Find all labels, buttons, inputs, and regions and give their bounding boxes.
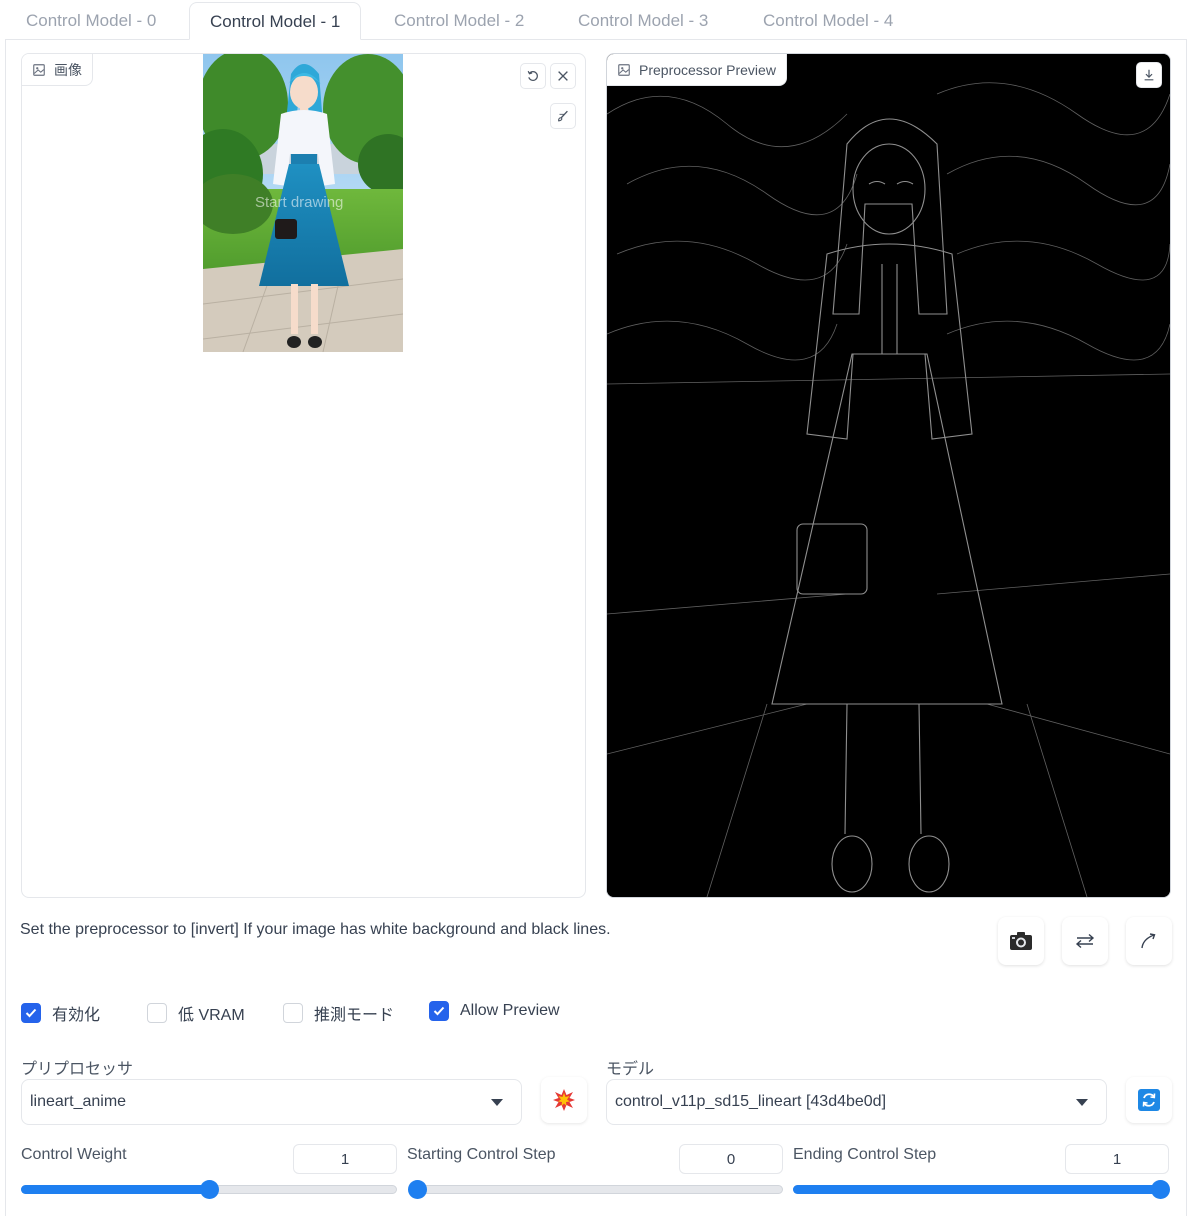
image-icon	[618, 63, 630, 76]
enable-label: 有効化	[52, 1007, 101, 1024]
ending-control-step-label: Ending Control Step	[793, 1146, 937, 1163]
run-preprocessor-button[interactable]	[541, 1077, 587, 1123]
tab-control-model-4[interactable]: Control Model - 4	[743, 2, 913, 40]
preprocessor-value: lineart_anime	[30, 1093, 127, 1110]
refresh-models-button[interactable]	[1126, 1077, 1172, 1123]
low-vram-label: 低 VRAM	[178, 1007, 245, 1024]
model-dropdown[interactable]: control_v11p_sd15_lineart [43d4be0d]	[606, 1079, 1107, 1125]
starting-control-step-slider[interactable]	[408, 1180, 783, 1199]
model-value: control_v11p_sd15_lineart [43d4be0d]	[615, 1093, 887, 1110]
enable-checkbox-box[interactable]	[21, 1003, 41, 1023]
swap-button[interactable]	[1062, 917, 1108, 965]
preview-image	[607, 54, 1170, 897]
tab-bar: Control Model - 0 Control Model - 1 Cont…	[0, 0, 1192, 40]
clear-image-button[interactable]	[550, 63, 576, 89]
control-weight-input[interactable]: 1	[293, 1144, 397, 1174]
undo-button[interactable]	[520, 63, 546, 89]
slider-fill	[21, 1185, 209, 1194]
guess-mode-label: 推測モード	[314, 1007, 395, 1024]
slider-thumb[interactable]	[1151, 1180, 1170, 1199]
allow-preview-checkbox-box[interactable]	[429, 1001, 449, 1021]
download-icon	[1144, 69, 1154, 81]
enable-checkbox[interactable]: 有効化	[21, 1001, 100, 1025]
close-icon	[558, 71, 568, 81]
image-box-label: 画像	[22, 54, 93, 86]
guess-mode-checkbox[interactable]: 推測モード	[283, 1001, 394, 1025]
download-preview-button[interactable]	[1136, 62, 1162, 88]
camera-icon	[1010, 932, 1032, 950]
starting-control-step-input[interactable]: 0	[679, 1144, 783, 1174]
preprocessor-label: プリプロセッサ	[21, 1061, 134, 1078]
check-icon	[433, 1006, 445, 1016]
webcam-button[interactable]	[998, 917, 1044, 965]
slider-thumb[interactable]	[408, 1180, 427, 1199]
allow-preview-checkbox[interactable]: Allow Preview	[429, 1001, 560, 1021]
guess-mode-checkbox-box[interactable]	[283, 1003, 303, 1023]
input-image-canvas[interactable]: 画像 Start drawing	[21, 53, 586, 898]
ending-control-step-slider[interactable]	[793, 1180, 1170, 1199]
lineart-preview-image	[607, 54, 1170, 897]
preprocessor-preview-box: Preprocessor Preview	[606, 53, 1171, 898]
image-icon	[33, 63, 45, 76]
slider-fill	[793, 1185, 1160, 1194]
brush-button[interactable]	[550, 103, 576, 129]
explosion-icon	[553, 1089, 575, 1111]
ending-control-step-input[interactable]: 1	[1065, 1144, 1169, 1174]
chevron-down-icon	[1076, 1099, 1088, 1106]
send-icon	[1141, 933, 1156, 949]
slider-track	[417, 1185, 783, 1194]
tab-control-model-3[interactable]: Control Model - 3	[558, 2, 728, 40]
starting-control-step-label: Starting Control Step	[407, 1146, 556, 1163]
start-drawing-hint: Start drawing	[255, 194, 344, 211]
control-weight-label: Control Weight	[21, 1146, 127, 1163]
allow-preview-label: Allow Preview	[460, 1002, 560, 1019]
preview-box-title: Preprocessor Preview	[639, 61, 776, 78]
preview-box-label: Preprocessor Preview	[607, 54, 787, 86]
low-vram-checkbox-box[interactable]	[147, 1003, 167, 1023]
swap-icon	[1075, 933, 1095, 949]
tab-control-model-1[interactable]: Control Model - 1	[189, 2, 362, 40]
tab-control-model-2[interactable]: Control Model - 2	[374, 2, 544, 40]
send-dimensions-button[interactable]	[1126, 917, 1172, 965]
refresh-icon	[1138, 1089, 1160, 1111]
invert-hint-text: Set the preprocessor to [invert] If your…	[20, 921, 611, 938]
model-label: モデル	[606, 1061, 655, 1078]
brush-icon	[558, 110, 568, 122]
check-icon	[25, 1008, 37, 1018]
image-box-title: 画像	[54, 61, 82, 78]
control-weight-slider[interactable]	[21, 1180, 397, 1199]
low-vram-checkbox[interactable]: 低 VRAM	[147, 1001, 245, 1025]
chevron-down-icon	[491, 1099, 503, 1106]
undo-icon	[527, 70, 538, 81]
preprocessor-dropdown[interactable]: lineart_anime	[21, 1079, 522, 1125]
slider-thumb[interactable]	[200, 1180, 219, 1199]
tab-control-model-0[interactable]: Control Model - 0	[6, 2, 176, 40]
